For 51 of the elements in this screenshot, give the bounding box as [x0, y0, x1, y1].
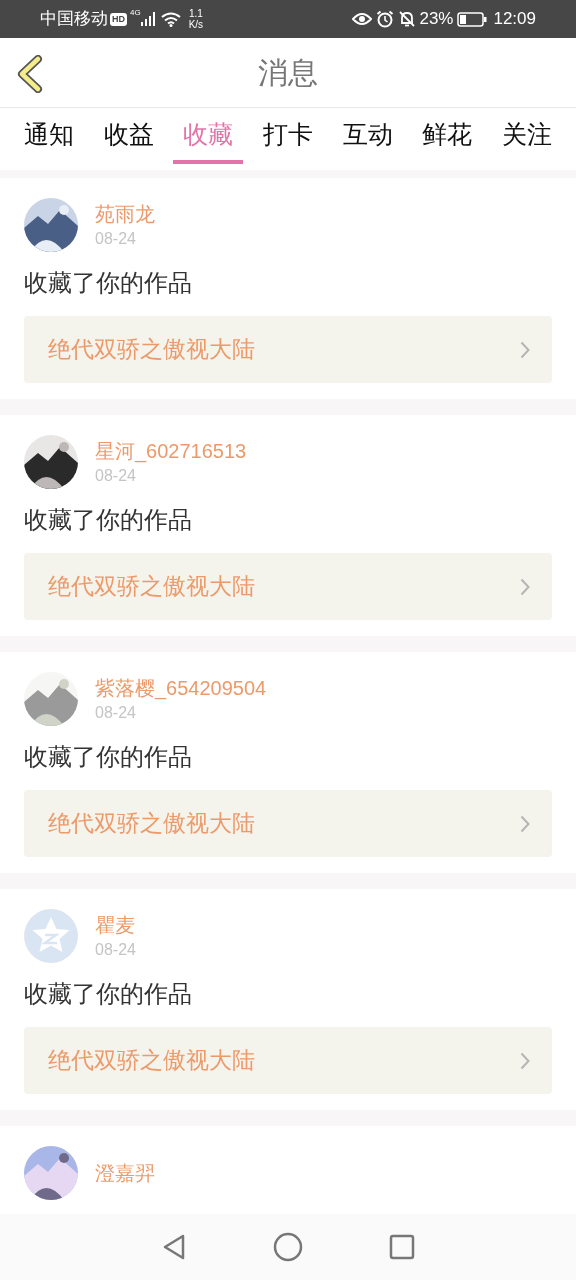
user-name[interactable]: 星河_602716513 — [95, 437, 247, 465]
work-title: 绝代双骄之傲视大陆 — [48, 335, 255, 365]
message-text: 收藏了你的作品 — [24, 979, 193, 1009]
message-text: 收藏了你的作品 — [24, 742, 193, 772]
battery-percent: 23% — [419, 8, 454, 31]
recents-nav-icon[interactable] — [389, 1234, 415, 1260]
speed-unit: K/s — [188, 19, 204, 30]
work-link[interactable]: 绝代双骄之傲视大陆 — [24, 316, 552, 383]
user-name[interactable]: 紫落樱_654209504 — [95, 674, 267, 702]
signal-icon — [140, 12, 155, 26]
eye-icon — [352, 12, 373, 26]
page-title: 消息 — [258, 55, 318, 91]
work-link[interactable]: 绝代双骄之傲视大陆 — [24, 1027, 552, 1094]
tab[interactable]: 关注 — [491, 108, 562, 164]
mute-bell-icon — [398, 10, 417, 28]
tab[interactable]: 通知 — [14, 108, 84, 164]
carrier-text: 中国移动 — [40, 8, 108, 31]
message-date: 08-24 — [95, 703, 137, 723]
user-name[interactable]: 苑雨龙 — [95, 200, 155, 228]
message-text: 收藏了你的作品 — [24, 268, 193, 298]
default-avatar-icon — [24, 909, 78, 963]
message-date: 08-24 — [95, 940, 136, 960]
work-title: 绝代双骄之傲视大陆 — [48, 572, 255, 602]
work-title: 绝代双骄之傲视大陆 — [48, 809, 255, 839]
tab[interactable]: 收藏 — [173, 108, 244, 164]
tab[interactable]: 收益 — [93, 108, 164, 164]
battery-icon — [457, 11, 488, 27]
chevron-right-icon — [520, 814, 530, 833]
tab[interactable]: 鲜花 — [412, 108, 483, 164]
user-name[interactable]: 瞿麦 — [95, 911, 136, 939]
work-link[interactable]: 绝代双骄之傲视大陆 — [24, 790, 552, 857]
speed-value: 1.1 — [188, 8, 203, 19]
tab[interactable]: 打卡 — [252, 108, 323, 164]
alarm-icon — [376, 10, 395, 28]
message-date: 08-24 — [95, 466, 137, 486]
chevron-right-icon — [520, 340, 530, 359]
message-text: 收藏了你的作品 — [24, 505, 193, 535]
clock-time: 12:09 — [493, 8, 536, 31]
message-date: 08-24 — [95, 229, 137, 249]
user-name[interactable]: 澄嘉羿 — [95, 1159, 155, 1187]
chevron-right-icon — [520, 1051, 530, 1070]
chevron-right-icon — [520, 577, 530, 596]
home-nav-icon[interactable] — [273, 1232, 303, 1262]
hd-badge: HD — [110, 12, 127, 26]
back-icon[interactable] — [16, 55, 44, 93]
work-link[interactable]: 绝代双骄之傲视大陆 — [24, 553, 552, 620]
network-text: 4G — [130, 7, 141, 19]
wifi-icon — [160, 11, 181, 27]
back-nav-icon[interactable] — [161, 1233, 187, 1261]
work-title: 绝代双骄之傲视大陆 — [48, 1046, 255, 1076]
tab[interactable]: 互动 — [332, 108, 403, 164]
